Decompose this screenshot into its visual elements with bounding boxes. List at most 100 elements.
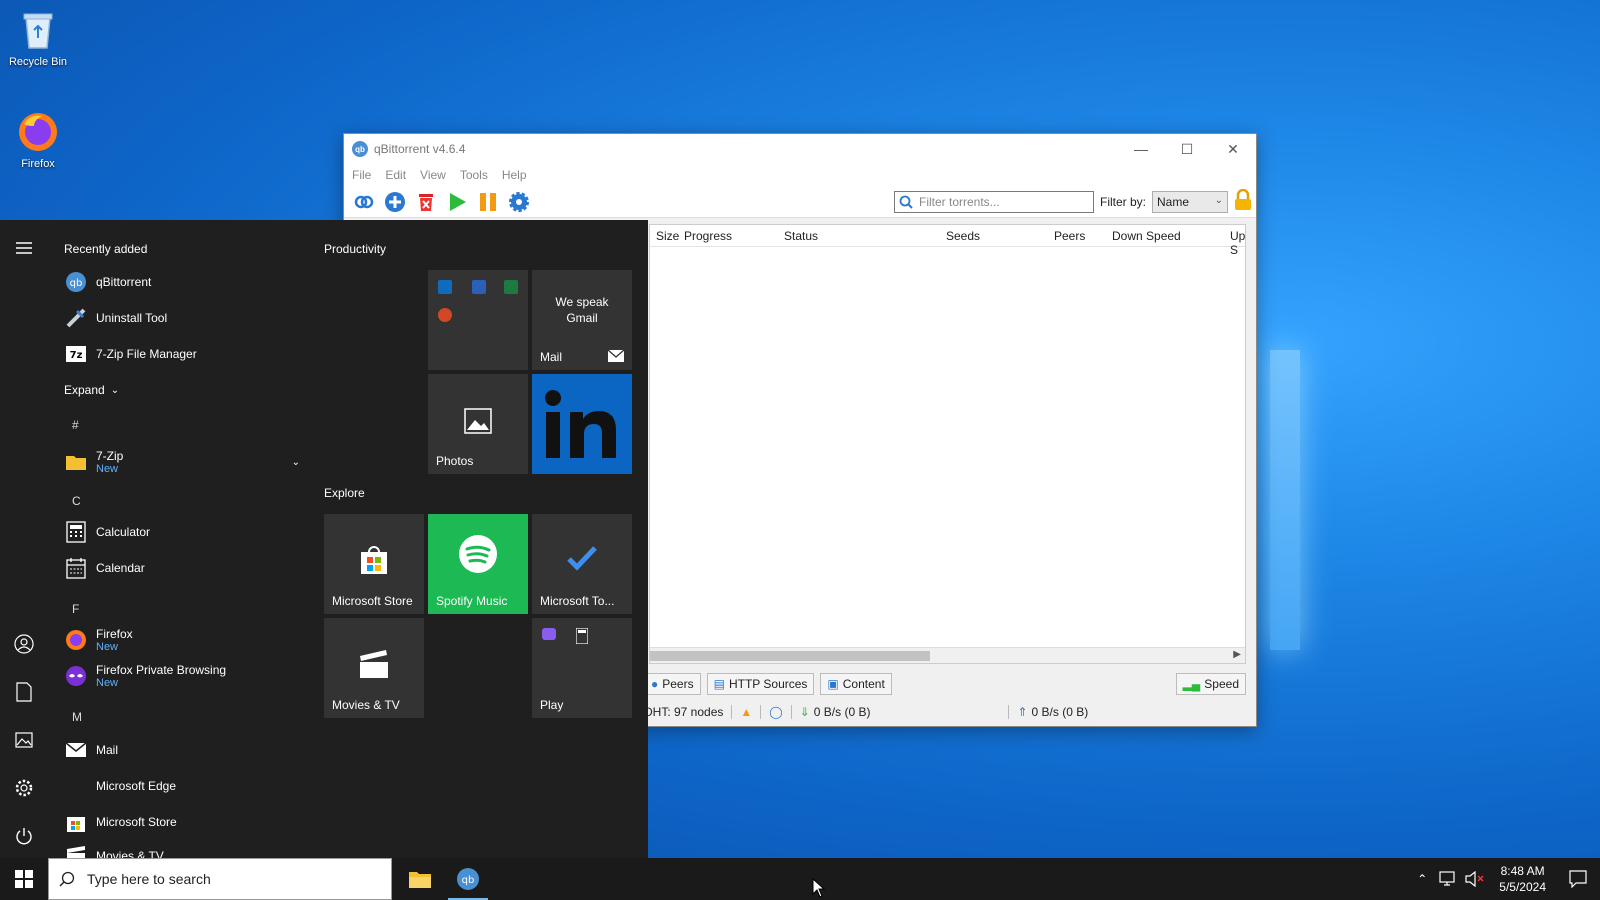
- connection-status-icon[interactable]: ◯: [769, 705, 782, 719]
- letter-header-m[interactable]: M: [72, 710, 82, 724]
- app-item-label: 7-Zip: [96, 449, 124, 463]
- photos-icon: [464, 408, 492, 434]
- expand-button[interactable]: Expand ⌄: [64, 374, 119, 406]
- play-icon: [450, 192, 466, 211]
- network-icon[interactable]: [1439, 871, 1457, 887]
- user-account-button[interactable]: [12, 632, 36, 656]
- tab-http-sources[interactable]: ▤ HTTP Sources: [706, 673, 815, 695]
- column-down-speed[interactable]: Down Speed: [1112, 229, 1181, 243]
- upload-speed[interactable]: 0 B/s (0 B): [1032, 705, 1089, 719]
- app-item-microsoft-edge[interactable]: Microsoft Edge: [64, 770, 176, 802]
- group-title-productivity[interactable]: Productivity: [324, 242, 386, 256]
- column-status[interactable]: Status: [784, 229, 818, 243]
- status-separator: [760, 705, 762, 719]
- app-item-7zip-file-manager[interactable]: 7z 7-Zip File Manager: [64, 338, 197, 370]
- tile-play[interactable]: Play: [532, 618, 632, 718]
- taskbar: Type here to search qb ⌃ 8:48 AM 5/5/202…: [0, 858, 1600, 900]
- torrent-list[interactable]: Size Progress Status Seeds Peers Down Sp…: [649, 224, 1246, 664]
- tile-linkedin[interactable]: [532, 374, 632, 474]
- column-seeds[interactable]: Seeds: [946, 229, 980, 243]
- tiles-area: Productivity We speak Gmail Mail Photos: [324, 220, 648, 858]
- power-button[interactable]: [12, 824, 36, 848]
- tile-office-apps[interactable]: [428, 270, 528, 370]
- close-button[interactable]: ✕: [1210, 134, 1256, 164]
- app-item-7zip[interactable]: 7-Zip New ⌄: [64, 446, 300, 478]
- group-title-explore[interactable]: Explore: [324, 486, 365, 500]
- add-torrent-link-button[interactable]: [350, 188, 378, 216]
- minimize-button[interactable]: —: [1118, 134, 1164, 164]
- options-button[interactable]: [505, 188, 533, 216]
- tile-microsoft-todo[interactable]: Microsoft To...: [532, 514, 632, 614]
- app-item-firefox[interactable]: Firefox New: [64, 624, 133, 656]
- lock-button[interactable]: [1234, 188, 1252, 214]
- app-item-uninstall-tool[interactable]: Uninstall Tool: [64, 302, 167, 334]
- window-titlebar[interactable]: qb qBittorrent v4.6.4 — ☐ ✕: [344, 134, 1256, 164]
- desktop-icon-recycle-bin[interactable]: Recycle Bin: [0, 8, 76, 68]
- download-speed[interactable]: 0 B/s (0 B): [814, 705, 871, 719]
- app-item-movies-tv[interactable]: Movies & TV: [64, 840, 164, 858]
- column-size[interactable]: Size: [656, 229, 679, 243]
- pause-button[interactable]: [474, 188, 502, 216]
- menu-tools[interactable]: Tools: [460, 168, 488, 182]
- filter-placeholder: Filter torrents...: [918, 194, 1000, 209]
- menu-bar: File Edit View Tools Help: [344, 164, 1256, 186]
- letter-header-c[interactable]: C: [72, 494, 81, 508]
- filter-torrents-input[interactable]: Filter torrents...: [893, 190, 1094, 213]
- link-icon: [354, 195, 374, 208]
- pictures-button[interactable]: [12, 728, 36, 752]
- scroll-right-icon[interactable]: ▶: [1233, 649, 1241, 660]
- clock[interactable]: 8:48 AM 5/5/2024: [1499, 863, 1546, 895]
- notifications-button[interactable]: [1556, 858, 1600, 900]
- filter-by-value: Name: [1157, 194, 1190, 209]
- app-item-mail[interactable]: Mail: [64, 734, 118, 766]
- maximize-button[interactable]: ☐: [1164, 134, 1210, 164]
- documents-button[interactable]: [12, 680, 36, 704]
- hamburger-menu-button[interactable]: [12, 236, 36, 260]
- app-item-qbittorrent[interactable]: qb qBittorrent: [64, 266, 151, 298]
- taskbar-qbittorrent[interactable]: qb: [444, 858, 492, 900]
- menu-help[interactable]: Help: [502, 168, 527, 182]
- search-icon: [59, 871, 75, 887]
- scrollbar-thumb[interactable]: [650, 651, 930, 661]
- taskbar-search-box[interactable]: Type here to search: [48, 858, 392, 900]
- column-up-speed[interactable]: Up S: [1230, 229, 1245, 257]
- desktop-icon-firefox[interactable]: Firefox: [0, 110, 76, 170]
- menu-file[interactable]: File: [352, 168, 371, 182]
- menu-edit[interactable]: Edit: [385, 168, 406, 182]
- show-hidden-icons-button[interactable]: ⌃: [1417, 872, 1427, 886]
- settings-button[interactable]: [12, 776, 36, 800]
- column-peers[interactable]: Peers: [1054, 229, 1085, 243]
- column-progress[interactable]: Progress: [684, 229, 732, 243]
- peers-icon: ●: [651, 677, 659, 691]
- tab-speed[interactable]: ▂▄ Speed: [1175, 673, 1246, 695]
- filter-by-select[interactable]: Name ⌄: [1152, 190, 1228, 213]
- menu-view[interactable]: View: [420, 168, 446, 182]
- app-item-calendar[interactable]: Calendar: [64, 552, 145, 584]
- tab-peers[interactable]: ● Peers: [644, 673, 701, 695]
- status-separator: [790, 705, 792, 719]
- volume-muted-icon[interactable]: [1465, 871, 1485, 887]
- flame-icon[interactable]: ▲: [740, 705, 752, 719]
- tile-microsoft-store[interactable]: Microsoft Store: [324, 514, 424, 614]
- resume-button[interactable]: [443, 188, 471, 216]
- letter-header-f[interactable]: F: [72, 602, 79, 616]
- tile-movies-tv[interactable]: Movies & TV: [324, 618, 424, 718]
- desktop-icon-label: Firefox: [21, 158, 55, 170]
- letter-header-hash[interactable]: #: [72, 418, 79, 432]
- tile-spotify-music[interactable]: Spotify Music: [428, 514, 528, 614]
- delete-torrent-button[interactable]: [412, 188, 440, 216]
- tile-photos[interactable]: Photos: [428, 374, 528, 474]
- app-item-firefox-private-browsing[interactable]: Firefox Private Browsing New: [64, 660, 226, 692]
- horizontal-scrollbar[interactable]: ▶: [650, 647, 1245, 663]
- add-torrent-file-button[interactable]: [381, 188, 409, 216]
- calendar-icon: [64, 556, 88, 580]
- tile-mail[interactable]: We speak Gmail Mail: [532, 270, 632, 370]
- chevron-down-icon: ⌄: [110, 384, 120, 396]
- tab-content[interactable]: ▣ Content: [820, 673, 892, 695]
- start-menu: Recently added qb qBittorrent Uninstall …: [0, 220, 648, 858]
- taskbar-file-explorer[interactable]: [396, 858, 444, 900]
- app-item-microsoft-store[interactable]: Microsoft Store: [64, 806, 177, 838]
- start-button[interactable]: [0, 858, 48, 900]
- chevron-down-icon[interactable]: ⌄: [292, 457, 300, 468]
- app-item-calculator[interactable]: Calculator: [64, 516, 150, 548]
